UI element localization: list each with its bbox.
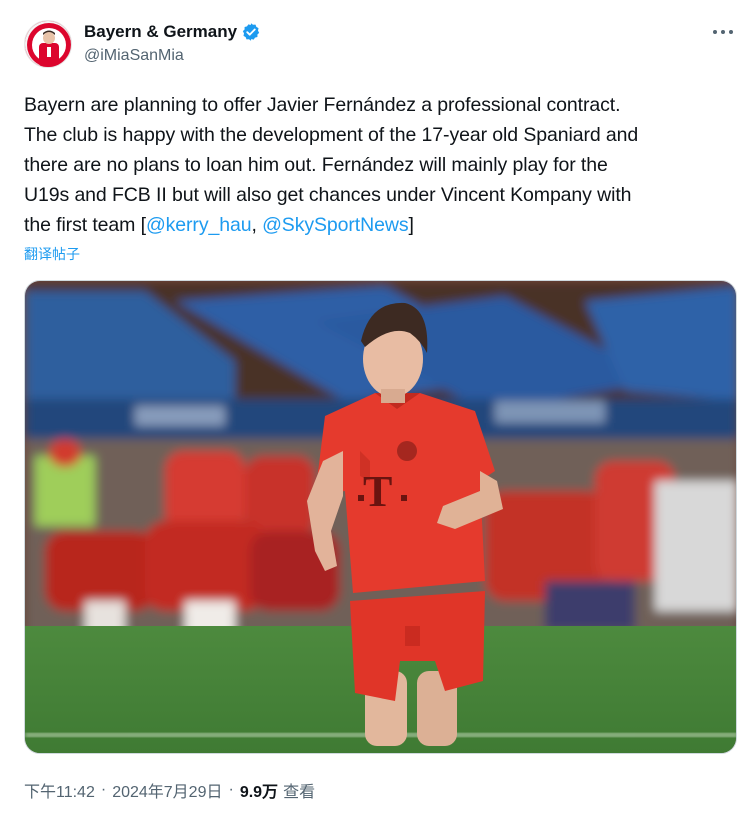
- football-player-photo-icon: T: [25, 281, 736, 753]
- verified-badge-icon: [241, 22, 261, 42]
- last-line-prefix: the first team [: [24, 214, 146, 236]
- mention-link[interactable]: @kerry_hau: [146, 214, 252, 236]
- display-name[interactable]: Bayern & Germany: [84, 22, 237, 42]
- handle[interactable]: @iMiaSanMia: [84, 47, 261, 65]
- tweet-text-line: Bayern are planning to offer Javier Fern…: [24, 94, 621, 116]
- views-label: 查看: [283, 784, 316, 801]
- tweet-date[interactable]: 2024年7月29日: [112, 778, 222, 802]
- tweet-text-line: U19s and FCB II but will also get chance…: [24, 184, 632, 206]
- meta-separator: ·: [100, 781, 107, 798]
- tweet-media-photo[interactable]: T: [24, 280, 737, 754]
- tweet-text: Bayern are planning to offer Javier Fern…: [24, 90, 730, 240]
- tweet-time[interactable]: 下午11:42: [24, 778, 95, 802]
- mention-separator: ,: [251, 214, 263, 236]
- tweet-text-last-line: the first team [@kerry_hau, @SkySportNew…: [24, 210, 730, 240]
- mention-link[interactable]: @SkySportNews: [262, 214, 408, 236]
- more-options-icon[interactable]: [710, 20, 736, 44]
- last-line-suffix: ]: [408, 214, 414, 236]
- tweet-meta: 下午11:42 · 2024年7月29日 · 9.9万 查看: [24, 778, 315, 802]
- avatar[interactable]: [24, 20, 72, 68]
- views-count[interactable]: 9.9万: [240, 778, 278, 802]
- tweet-text-line: there are no plans to loan him out. Fern…: [24, 154, 608, 176]
- translate-post-link[interactable]: 翻译帖子: [24, 244, 80, 264]
- tweet-card: Bayern & Germany @iMiaSanMia Bayern are …: [0, 0, 750, 816]
- svg-text:T: T: [363, 467, 392, 516]
- tweet-text-line: The club is happy with the development o…: [24, 124, 639, 146]
- bayern-player-avatar-icon: [25, 21, 71, 67]
- author-block: Bayern & Germany @iMiaSanMia: [84, 20, 261, 65]
- meta-separator: ·: [228, 781, 234, 798]
